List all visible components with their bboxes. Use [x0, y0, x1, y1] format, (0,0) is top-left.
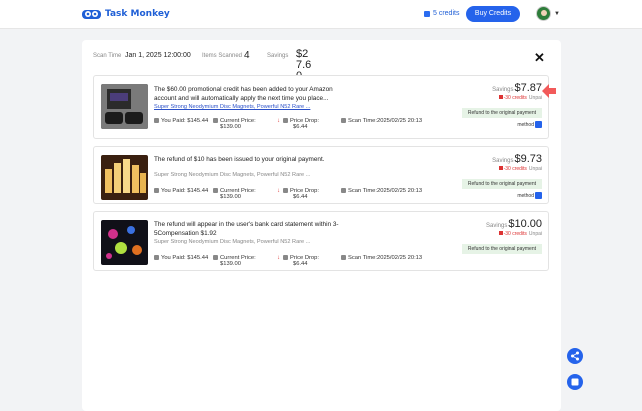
share-button[interactable]: [567, 348, 583, 364]
result-card[interactable]: The refund of $10 has been issued to you…: [93, 146, 549, 204]
clock-icon: [341, 118, 346, 123]
scan-time: Scan Time:2025/02/25 20:13: [341, 188, 422, 194]
product-name: Super Strong Neodymium Disc Magnets, Pow…: [154, 239, 311, 245]
credits-text: 5 credits: [433, 10, 460, 17]
chat-icon[interactable]: [535, 192, 542, 199]
tag-icon: [213, 118, 218, 123]
price-drop: ↓ Price Drop: $6.44: [277, 255, 319, 268]
share-icon: [571, 351, 579, 361]
scan-time: Scan Time:2025/02/25 20:13: [341, 118, 422, 124]
card-savings: Savings$10.00 -30 credits Unpai Refund to…: [450, 218, 542, 255]
scan-time: Scan Time:2025/02/25 20:13: [341, 255, 422, 261]
price-drop: ↓ Price Drop: $6.44: [277, 118, 319, 131]
chevron-down-icon[interactable]: ▼: [554, 11, 560, 17]
result-card[interactable]: The refund will appear in the user's ban…: [93, 211, 549, 271]
card-savings: Savings$9.73 -30 credits Unpai Refund to …: [450, 153, 542, 199]
product-image: [101, 84, 148, 129]
close-icon[interactable]: ✕: [534, 50, 545, 66]
current-price: Current Price: $139.00: [213, 118, 256, 130]
you-paid: You Paid: $145.44: [154, 118, 208, 124]
refund-method: Refund to the original payment: [461, 179, 542, 189]
product-link[interactable]: Super Strong Neodymium Disc Magnets, Pow…: [154, 104, 310, 110]
refund-method: Refund to the original payment: [461, 108, 542, 118]
method-label: method: [517, 121, 534, 128]
scan-time-label: Scan Time: [93, 53, 122, 59]
card-title: The $60.00 promotional credit has been a…: [154, 86, 333, 102]
scan-results-panel: Scan Time Jan 1, 2025 12:00:00 Items Sca…: [82, 40, 561, 411]
items-scanned-value: 4: [244, 50, 250, 61]
buy-credits-button[interactable]: Buy Credits: [466, 6, 520, 22]
card-savings: Savings$7.87 -30 credits Unpai Refund to …: [450, 82, 542, 128]
total-savings-label: Savings: [267, 53, 289, 59]
top-bar: Task Monkey 5 credits Buy Credits ▼: [0, 0, 642, 29]
avatar[interactable]: [536, 6, 551, 21]
current-price: Current Price: $139.00: [213, 255, 256, 267]
card-title: The refund of $10 has been issued to you…: [154, 156, 325, 163]
price-drop-icon: ↓: [277, 118, 280, 125]
credit-cost: -30 credits: [503, 95, 527, 101]
logo-icon: [82, 10, 101, 19]
you-paid: You Paid: $145.44: [154, 255, 208, 261]
credits-indicator[interactable]: 5 credits: [424, 10, 459, 17]
current-price: Current Price: $139.00: [213, 188, 256, 200]
price-drop: ↓ Price Drop: $6.44: [277, 188, 319, 201]
you-paid: You Paid: $145.44: [154, 188, 208, 194]
brand-name: Task Monkey: [105, 9, 170, 19]
scan-time-value: Jan 1, 2025 12:00:00: [125, 52, 191, 59]
arrow-left-icon: [542, 84, 556, 98]
brand-logo[interactable]: Task Monkey: [82, 7, 170, 21]
chat-icon[interactable]: [535, 121, 542, 128]
product-image: [101, 220, 148, 265]
coin-icon: [424, 10, 430, 17]
stop-button[interactable]: [567, 374, 583, 390]
savings-label: Savings: [492, 87, 514, 93]
product-image: [101, 155, 148, 200]
stop-icon: [571, 378, 579, 386]
items-scanned-label: Items Scanned: [202, 53, 243, 59]
product-name: Super Strong Neodymium Disc Magnets, Pow…: [154, 172, 311, 178]
result-card[interactable]: The $60.00 promotional credit has been a…: [93, 75, 549, 139]
refund-method: Refund to the original payment: [461, 244, 542, 254]
card-title: The refund will appear in the user's ban…: [154, 221, 339, 237]
wallet-icon: [154, 118, 159, 123]
savings-value: $7.87: [514, 82, 542, 94]
